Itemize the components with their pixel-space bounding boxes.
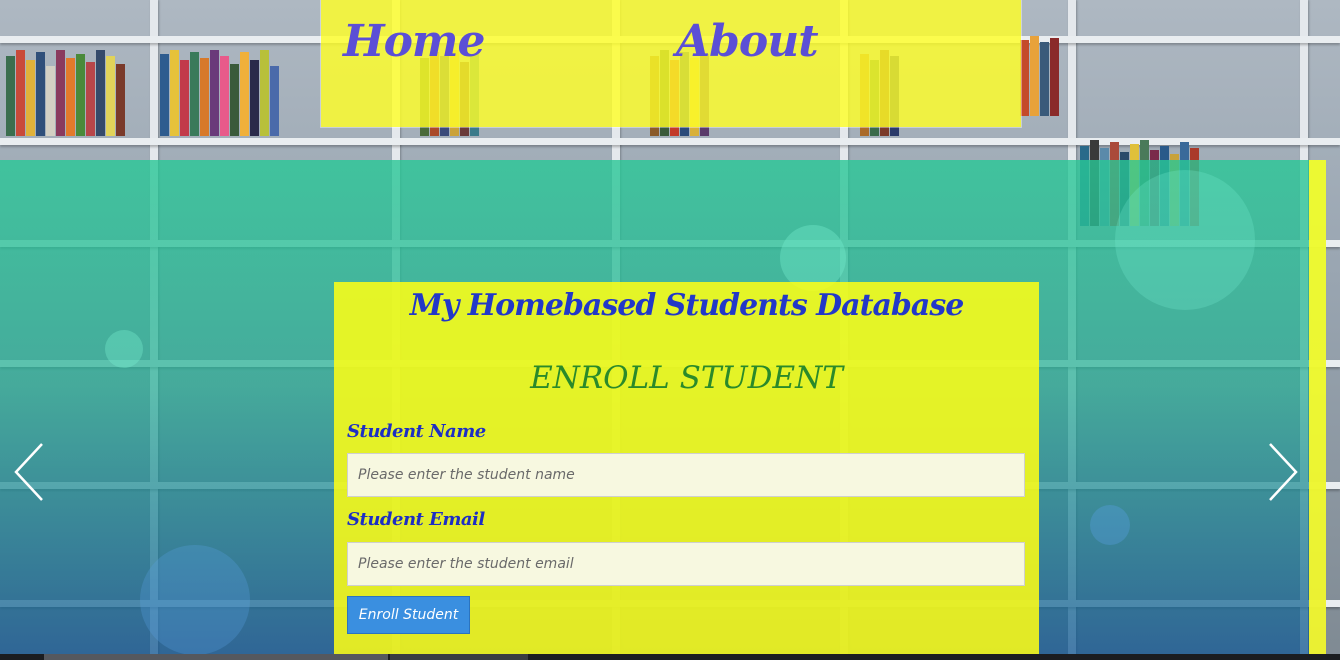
top-navigation: Home About	[321, 0, 1021, 127]
nav-link-about[interactable]: About	[676, 16, 819, 67]
scrollbar-thumb[interactable]	[44, 654, 388, 660]
bokeh-light	[105, 330, 143, 368]
carousel-edge	[1309, 160, 1326, 660]
books	[1020, 30, 1059, 116]
chevron-right-icon	[1269, 443, 1298, 501]
books	[160, 50, 279, 136]
student-email-input[interactable]	[347, 542, 1025, 586]
bottom-strip	[0, 654, 1340, 660]
enroll-form: My Homebased Students Database ENROLL ST…	[334, 282, 1039, 654]
student-email-label: Student Email	[347, 509, 485, 530]
bokeh-light	[1115, 170, 1255, 310]
bokeh-light	[1090, 505, 1130, 545]
chevron-left-icon	[14, 443, 43, 501]
carousel-next-button[interactable]	[1262, 440, 1302, 504]
site-title: My Homebased Students Database	[409, 288, 965, 323]
carousel-prev-button[interactable]	[10, 440, 50, 504]
student-name-input[interactable]	[347, 453, 1025, 497]
bokeh-light	[140, 545, 250, 655]
scrollbar-track	[390, 654, 528, 660]
enroll-student-button[interactable]: Enroll Student	[347, 596, 470, 634]
nav-link-home[interactable]: Home	[343, 16, 485, 67]
books	[6, 50, 125, 136]
student-name-label: Student Name	[347, 421, 486, 442]
form-heading: ENROLL STUDENT	[530, 360, 843, 396]
